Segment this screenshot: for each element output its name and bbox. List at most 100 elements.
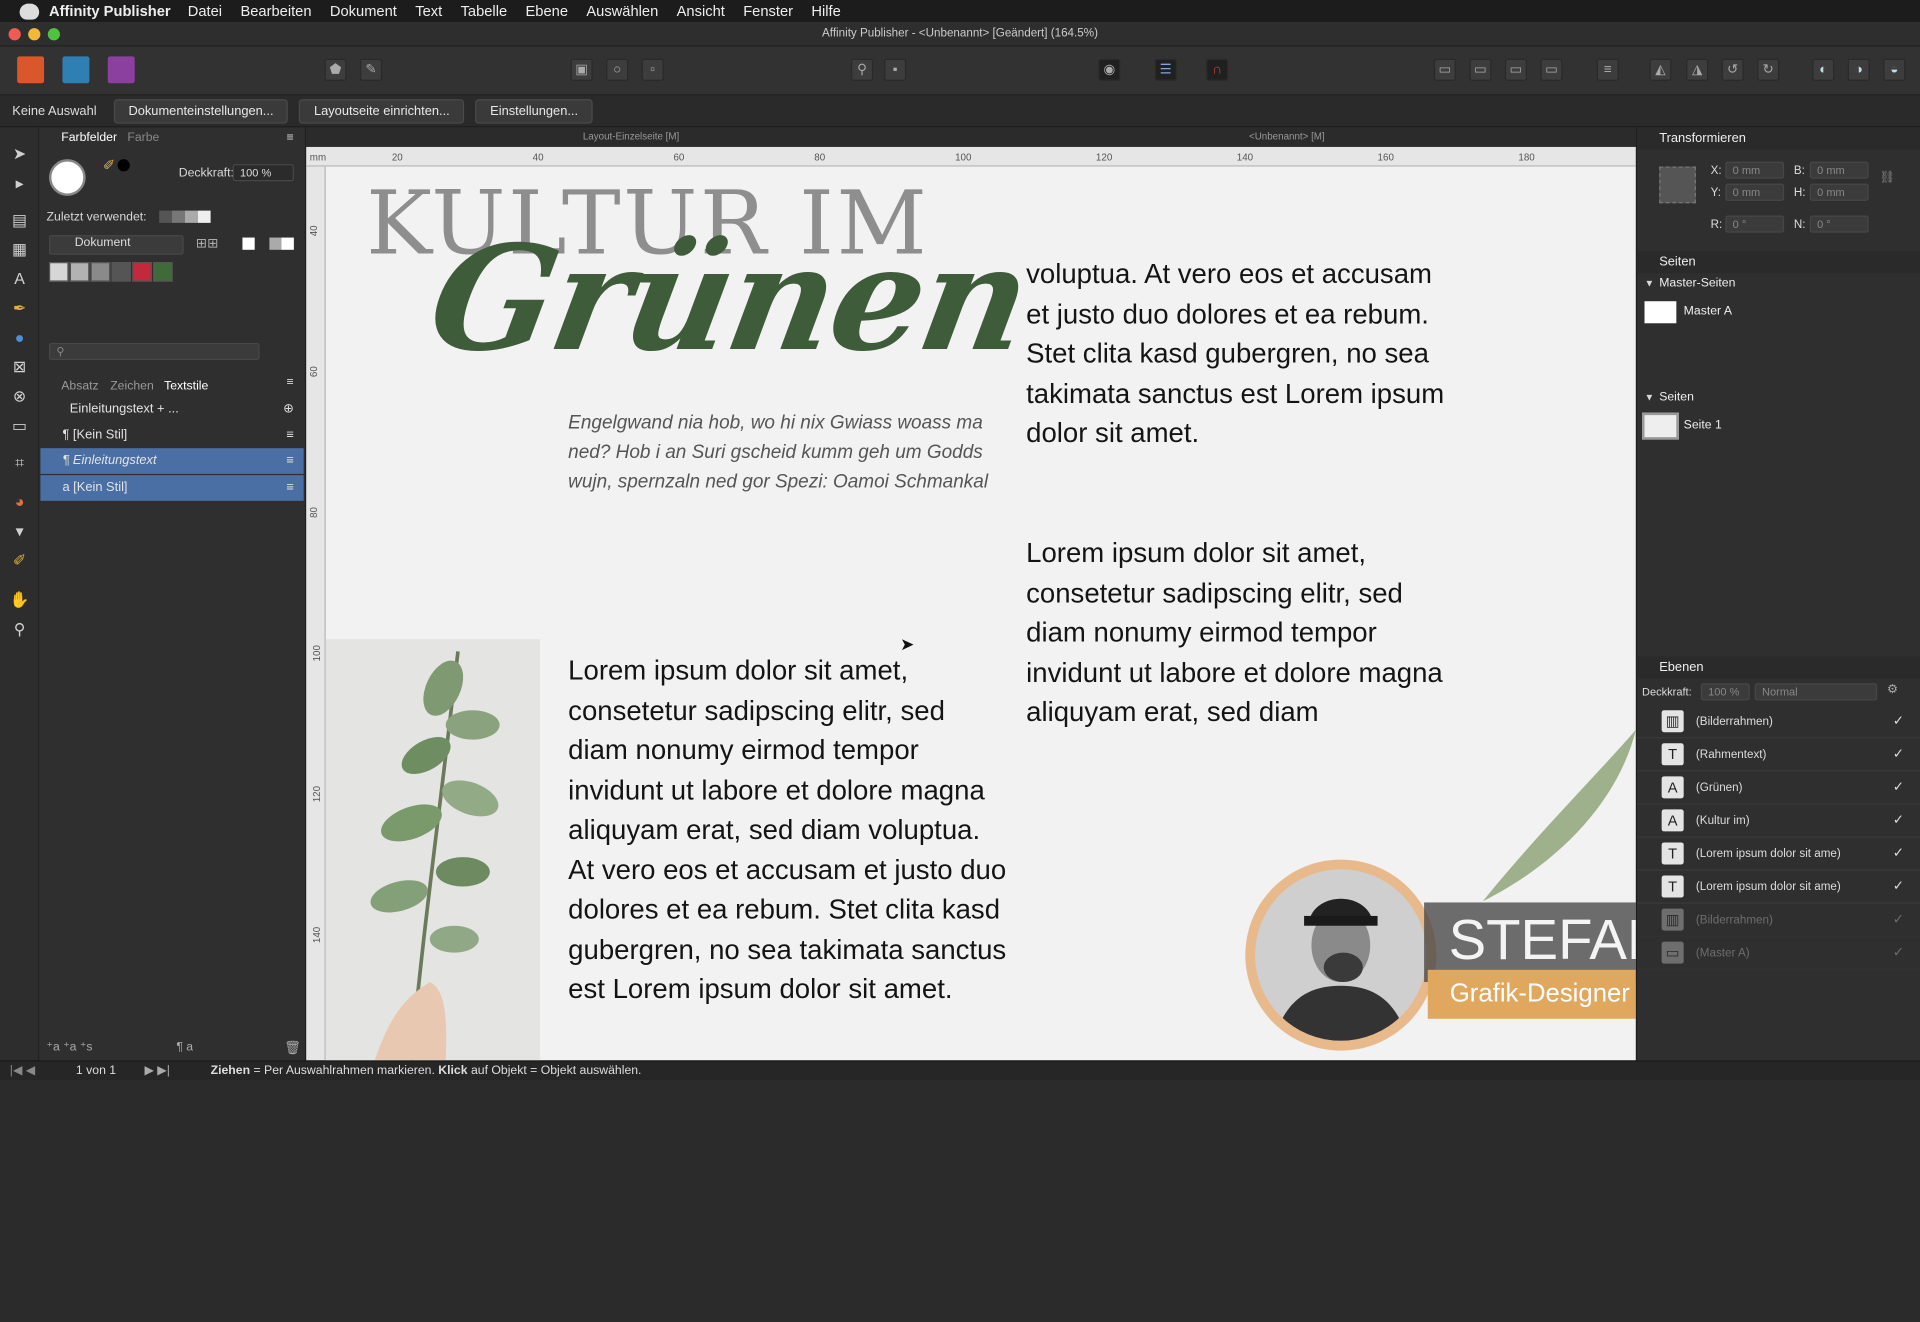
layer-visibility-checkbox[interactable]: ✓ <box>1893 705 1904 738</box>
tab-color[interactable]: Farbe <box>127 131 159 144</box>
preflight-icon[interactable]: ◉ <box>1098 58 1121 81</box>
snapping-icon[interactable]: ∩ <box>1206 58 1229 81</box>
layer-row[interactable]: T (Lorem ipsum dolor sit ame) ✓ <box>1637 838 1920 871</box>
eyedropper-icon[interactable]: ✐ <box>103 157 115 174</box>
master-a-label[interactable]: Master A <box>1684 305 1732 318</box>
recent-colors-strip[interactable] <box>159 210 211 223</box>
transform-panel-header[interactable]: Transformieren <box>1637 127 1920 150</box>
menu-ebene[interactable]: Ebene <box>526 2 568 19</box>
frame-text-tool-icon[interactable]: ▤ <box>10 211 30 231</box>
align-icon[interactable]: ≡ <box>1596 58 1619 81</box>
style-menu-icon[interactable]: ≡ <box>286 448 294 474</box>
layer-visibility-checkbox[interactable]: ✓ <box>1893 738 1904 771</box>
tab-text-styles[interactable]: Textstile <box>164 380 208 393</box>
menu-ansicht[interactable]: Ansicht <box>677 2 725 19</box>
page-nav-forward-icons[interactable]: ▶ ▶| <box>144 1062 169 1082</box>
layer-visibility-checkbox[interactable]: ✓ <box>1893 904 1904 937</box>
boolean-subtract-icon[interactable]: ◑ <box>1847 58 1870 81</box>
collapse-master-icon[interactable]: ▼ <box>1645 278 1655 289</box>
color-picker-tool-icon[interactable]: ✐ <box>10 551 30 571</box>
intro-text[interactable]: Engelgwand nia hob, wo hi nix Gwiass woa… <box>568 409 997 497</box>
tab-paragraph[interactable]: Absatz <box>61 380 98 393</box>
pages-header[interactable]: Seiten <box>1659 391 1694 404</box>
menu-datei[interactable]: Datei <box>188 2 222 19</box>
baseline-grid-icon[interactable]: ☰ <box>1154 58 1177 81</box>
layer-row[interactable]: ▥ (Bilderrahmen) ✓ <box>1637 705 1920 739</box>
layers-panel-header[interactable]: Ebenen <box>1637 656 1920 679</box>
vertical-ruler[interactable]: 40 60 80 100 120 140 <box>306 166 326 1061</box>
page-1-thumbnail[interactable] <box>1642 412 1679 440</box>
style-group[interactable]: Einleitungstext + ... ⊕ <box>40 397 303 423</box>
rotation-field[interactable]: 0 ° <box>1725 215 1785 233</box>
zoom-tool-icon[interactable]: ⚲ <box>10 620 30 640</box>
y-field[interactable]: 0 mm <box>1725 183 1785 201</box>
boolean-add-icon[interactable]: ◐ <box>1812 58 1835 81</box>
menu-text[interactable]: Text <box>415 2 442 19</box>
collapse-pages-icon[interactable]: ▼ <box>1645 392 1655 403</box>
page-1-label[interactable]: Seite 1 <box>1684 419 1722 432</box>
order-forward-icon[interactable]: ▭ <box>1469 58 1492 81</box>
opacity-field[interactable]: 100 % <box>232 164 294 182</box>
flip-h-icon[interactable]: ◭ <box>1649 58 1672 81</box>
color-swatch[interactable] <box>111 262 132 282</box>
menu-fenster[interactable]: Fenster <box>743 2 793 19</box>
master-a-thumbnail[interactable] <box>1644 301 1677 324</box>
ellipse-frame-tool-icon[interactable]: ⊗ <box>10 387 30 407</box>
swatch-search-input[interactable]: ⚲ <box>48 342 260 361</box>
spread-icon[interactable]: ▪ <box>884 58 907 81</box>
blend-mode-select[interactable]: Normal <box>1754 683 1878 701</box>
new-style-icons[interactable]: ⁺a ⁺a ⁺s <box>47 1041 93 1054</box>
body-text-col2-b[interactable]: Lorem ipsum dolor sit amet, consetetur s… <box>1026 534 1461 733</box>
layers-opacity-field[interactable]: 100 % <box>1700 683 1750 701</box>
style-menu-icon[interactable]: ≡ <box>286 475 294 501</box>
shape-tool-icon[interactable]: ● <box>10 328 30 348</box>
menu-hilfe[interactable]: Hilfe <box>811 2 840 19</box>
order-front-icon[interactable]: ▭ <box>1504 58 1527 81</box>
layer-visibility-checkbox[interactable]: ✓ <box>1893 771 1904 804</box>
pen-tool-icon[interactable]: ✒ <box>10 299 30 319</box>
layer-row[interactable]: T (Lorem ipsum dolor sit ame) ✓ <box>1637 871 1920 904</box>
none-swatch-icon[interactable] <box>242 237 255 250</box>
picture-frame-tool-icon[interactable]: ⊠ <box>10 358 30 378</box>
body-text-col1[interactable]: Lorem ipsum dolor sit amet, consetetur s… <box>568 651 1009 1009</box>
layer-row[interactable]: ▭ (Master A) ✓ <box>1637 937 1920 970</box>
view-mode-icon[interactable]: ▣ <box>570 58 593 81</box>
master-pages-header[interactable]: Master-Seiten <box>1659 277 1735 290</box>
layer-row[interactable]: A (Kultur im) ✓ <box>1637 804 1920 838</box>
width-field[interactable]: 0 mm <box>1809 161 1869 179</box>
layer-visibility-checkbox[interactable]: ✓ <box>1893 871 1904 904</box>
delete-style-icon[interactable]: 🗑 <box>284 1040 301 1056</box>
apple-icon[interactable] <box>19 3 40 19</box>
bleed-icon[interactable]: ▫ <box>641 58 664 81</box>
palette-options-icon[interactable]: ⊞⊞ <box>196 235 219 251</box>
pages-panel-header[interactable]: Seiten <box>1637 251 1920 274</box>
designer-persona-icon[interactable] <box>62 56 90 84</box>
style-menu-icon[interactable]: ≡ <box>286 422 294 448</box>
move-tool-icon[interactable]: ➤ <box>10 144 30 164</box>
rotate-left-icon[interactable]: ↺ <box>1721 58 1744 81</box>
black-color-dot[interactable] <box>117 159 130 172</box>
shear-field[interactable]: 0 ° <box>1809 215 1869 233</box>
style-row-no-style[interactable]: ¶ [Kein Stil] ≡ <box>40 422 303 448</box>
layer-row[interactable]: T (Rahmentext) ✓ <box>1637 738 1920 772</box>
crop-tool-icon[interactable]: ⌗ <box>10 453 30 473</box>
link-icon[interactable]: ⛓ <box>1880 171 1896 184</box>
layer-visibility-checkbox[interactable]: ✓ <box>1893 804 1904 837</box>
rotate-right-icon[interactable]: ↻ <box>1757 58 1780 81</box>
layer-visibility-checkbox[interactable]: ✓ <box>1893 838 1904 871</box>
pin-icon[interactable]: ✎ <box>360 58 383 81</box>
tab-character[interactable]: Zeichen <box>110 380 154 393</box>
palette-select[interactable]: Dokument <box>48 235 184 255</box>
node-tool-icon[interactable]: ▸ <box>10 174 30 194</box>
boolean-intersect-icon[interactable]: ◒ <box>1883 58 1906 81</box>
anchor-point-icon[interactable] <box>1659 166 1696 204</box>
tab-swatches[interactable]: Farbfelder <box>61 131 117 144</box>
publisher-persona-icon[interactable] <box>17 56 45 84</box>
pin-tool-icon[interactable]: ⚲ <box>851 58 874 81</box>
panel-menu-icon[interactable]: ≡ <box>287 131 294 144</box>
preview-mode-icon[interactable]: ○ <box>606 58 629 81</box>
page-canvas[interactable]: KULTUR IM Grünen Engelgwand nia hob, wo … <box>325 166 1636 1061</box>
preferences-button[interactable]: Einstellungen... <box>475 98 593 124</box>
hand-tool-icon[interactable]: ✋ <box>10 590 30 610</box>
x-field[interactable]: 0 mm <box>1725 161 1785 179</box>
